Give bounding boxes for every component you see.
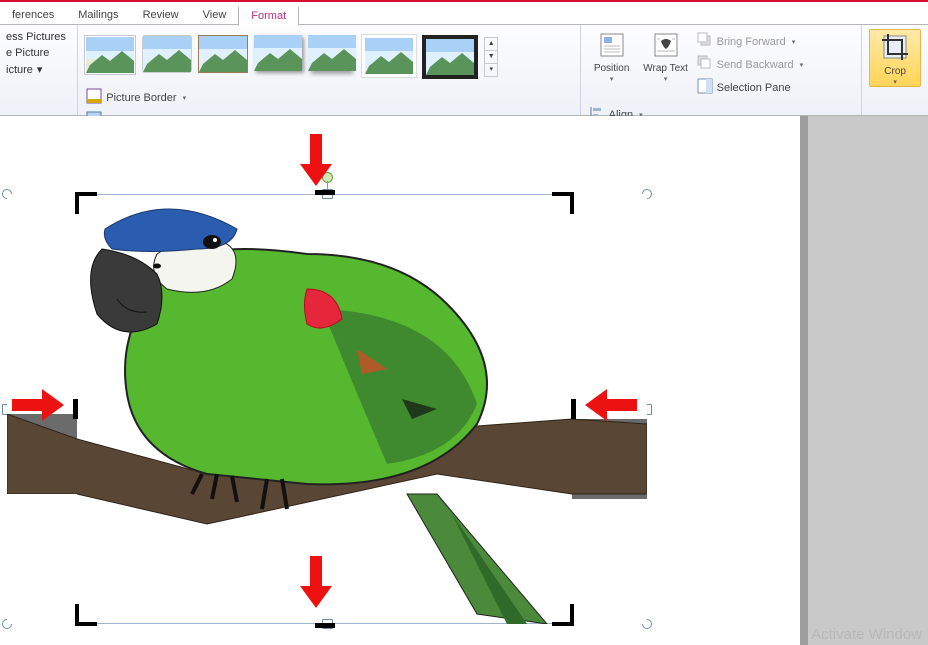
annotation-arrow-down (300, 134, 332, 186)
bring-forward-button[interactable]: Bring Forward▾ (695, 31, 806, 52)
document-area: Activate Window (0, 116, 928, 645)
group-adjust: ess Pictures e Picture icture▾ (0, 25, 78, 115)
crop-handle[interactable] (570, 604, 574, 626)
wrap-text-button[interactable]: Wrap Text▾ (641, 29, 691, 83)
chevron-down-icon: ▾ (183, 94, 187, 102)
annotation-arrow-right (12, 389, 64, 421)
group-picture-styles: ▲ ▼ ▾ Picture Border▾ Picture Effects▾ P… (78, 25, 580, 115)
picture-style-thumb[interactable] (308, 35, 356, 71)
position-icon (598, 31, 626, 62)
crop-icon (880, 32, 910, 65)
picture-style-thumb[interactable] (142, 35, 192, 73)
tab-references[interactable]: ferences (0, 6, 66, 24)
compress-pictures-button[interactable]: ess Pictures (6, 31, 66, 43)
wrap-text-icon (652, 31, 680, 62)
gallery-scroll[interactable]: ▲ ▼ ▾ (484, 37, 498, 77)
tab-mailings[interactable]: Mailings (66, 6, 130, 24)
picture-style-thumb[interactable] (254, 35, 302, 71)
annotation-arrow-left (585, 389, 637, 421)
picture-style-thumb[interactable] (362, 35, 416, 77)
gallery-more-icon[interactable]: ▾ (485, 64, 497, 76)
chevron-down-icon: ▾ (800, 61, 804, 69)
crop-handle[interactable] (315, 623, 335, 628)
ribbon: ess Pictures e Picture icture▾ ▲ ▼ ▾ (0, 25, 928, 116)
chevron-down-icon: ▾ (610, 75, 614, 83)
crop-handle[interactable] (570, 192, 574, 214)
ribbon-tabs: ferences Mailings Review View Format (0, 2, 928, 25)
chevron-down-icon[interactable]: ▼ (485, 51, 497, 64)
selection-pane-icon (697, 78, 713, 97)
selection-pane-button[interactable]: Selection Pane (695, 77, 806, 98)
group-label-size (868, 113, 922, 115)
picture-styles-gallery[interactable] (84, 35, 478, 79)
position-button[interactable]: Position▾ (587, 29, 637, 83)
chevron-down-icon: ▾ (37, 63, 43, 76)
picture-style-thumb[interactable] (198, 35, 248, 73)
chevron-down-icon: ▾ (664, 75, 668, 83)
annotation-arrow-down (300, 556, 332, 608)
chevron-up-icon[interactable]: ▲ (485, 38, 497, 51)
tab-view[interactable]: View (191, 6, 239, 24)
page-shadow (800, 116, 808, 645)
workspace-background (808, 116, 928, 645)
send-backward-button[interactable]: Send Backward▾ (695, 54, 806, 75)
crop-handle[interactable] (75, 604, 79, 626)
bring-forward-icon (697, 32, 713, 51)
crop-button[interactable]: Crop▾ (869, 29, 921, 87)
chevron-down-icon: ▾ (792, 38, 796, 46)
group-label-adjust (6, 113, 71, 115)
picture-style-thumb[interactable] (84, 35, 136, 75)
tab-format[interactable]: Format (238, 7, 299, 26)
picture-border-button[interactable]: Picture Border▾ (84, 87, 188, 108)
group-arrange: Position▾ Wrap Text▾ Bring Forward▾ Send… (581, 25, 863, 115)
reset-picture-button[interactable]: icture▾ (6, 63, 42, 76)
crop-handle[interactable] (73, 399, 78, 419)
tab-review[interactable]: Review (131, 6, 191, 24)
activate-windows-watermark: Activate Window (811, 626, 922, 643)
group-size: Crop▾ (862, 25, 928, 115)
document-page[interactable] (0, 116, 800, 645)
picture-style-thumb[interactable] (422, 35, 478, 79)
crop-handle[interactable] (571, 399, 576, 419)
change-picture-button[interactable]: e Picture (6, 47, 49, 59)
crop-handle[interactable] (315, 190, 335, 195)
send-backward-icon (697, 55, 713, 74)
crop-handle[interactable] (75, 192, 79, 214)
picture-border-icon (86, 88, 102, 107)
chevron-down-icon: ▾ (893, 78, 897, 86)
